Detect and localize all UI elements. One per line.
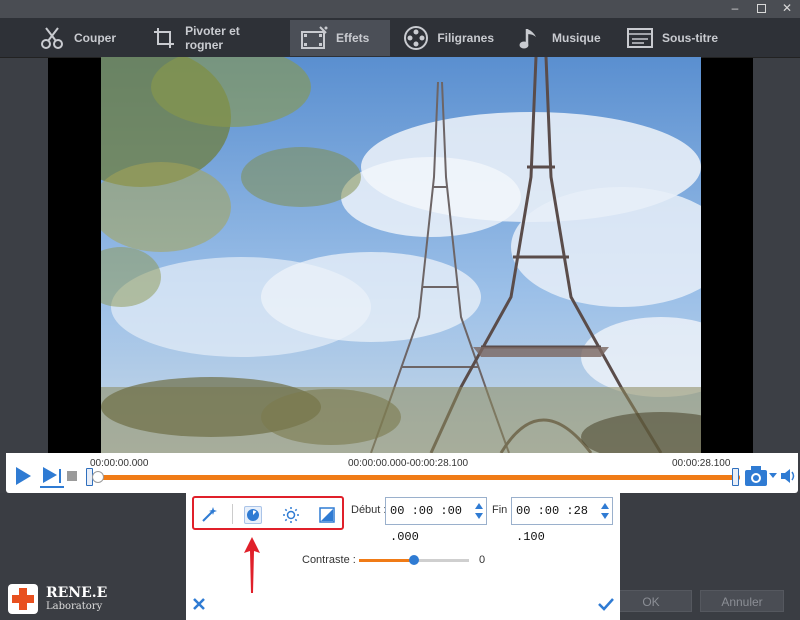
cancel-x-icon[interactable]: [192, 597, 206, 611]
debut-label: Début :: [351, 504, 387, 516]
maximize-button[interactable]: [748, 0, 774, 18]
debut-increment-icon[interactable]: [475, 503, 483, 509]
tab-label: Couper: [74, 31, 116, 45]
fin-time-field[interactable]: 00 :00 :28 .100: [511, 497, 613, 544]
volume-icon[interactable]: [780, 467, 796, 485]
contraste-label: Contraste :: [302, 554, 356, 566]
contraste-value: 0: [479, 554, 486, 566]
timeline-track[interactable]: [92, 475, 740, 480]
logo-title: RENE.E: [46, 585, 108, 601]
debut-decrement-icon[interactable]: [475, 513, 483, 519]
film-effects-icon: [300, 24, 328, 52]
effects-toolbar: [192, 496, 344, 530]
logo-cross-icon: [8, 584, 38, 614]
contraste-slider-knob[interactable]: [409, 555, 419, 565]
tab-filigranes[interactable]: Filigranes: [392, 20, 504, 56]
ok-button[interactable]: OK: [610, 590, 692, 612]
play-icon[interactable]: [14, 466, 32, 486]
tab-musique[interactable]: Musique: [506, 20, 614, 56]
trim-end-handle[interactable]: [732, 468, 739, 486]
tab-couper[interactable]: Couper: [28, 20, 138, 56]
timeline-start-time: 00:00:00.000: [90, 458, 149, 469]
fin-increment-icon[interactable]: [601, 503, 609, 509]
tab-label: Filigranes: [437, 31, 494, 45]
timeline-end-time: 00:00:28.100: [672, 458, 731, 469]
maximize-icon: [756, 4, 766, 13]
tab-effets[interactable]: Effets: [290, 20, 390, 56]
debut-time-field[interactable]: 00 :00 :00 .000: [385, 497, 487, 544]
contraste-slider[interactable]: [359, 555, 469, 565]
timeline-range: 00:00:00.000-00:00:28.100: [348, 458, 469, 469]
minimize-button[interactable]: –: [722, 0, 748, 18]
tab-bar: Couper Pivoter et rogner Effets Filigran…: [0, 18, 800, 58]
tab-pivoter-rogner[interactable]: Pivoter et rogner: [140, 20, 288, 56]
crop-icon: [150, 24, 177, 52]
scissors-icon: [38, 24, 66, 52]
debut-time-value: 00 :00 :00 .000: [390, 504, 463, 544]
logo-subtitle: Laboratory: [46, 601, 103, 612]
contrast-icon[interactable]: [244, 506, 262, 524]
camera-dropdown-icon[interactable]: [769, 473, 777, 478]
camera-snapshot-icon[interactable]: [744, 465, 768, 487]
toolbar-separator: [232, 504, 233, 524]
tab-label: Pivoter et rogner: [185, 24, 240, 52]
red-arrow-icon: [244, 537, 260, 593]
saturation-icon[interactable]: [318, 506, 336, 524]
video-preview: [101, 57, 701, 453]
brightness-icon[interactable]: [282, 506, 300, 524]
playhead-knob[interactable]: [92, 471, 104, 483]
tab-label: Sous-titre: [662, 31, 719, 45]
subtitle-icon: [626, 24, 654, 52]
tab-label: Musique: [552, 31, 601, 45]
magic-wand-icon[interactable]: [200, 506, 218, 524]
stop-button[interactable]: [67, 471, 77, 481]
contraste-slider-fill: [359, 559, 414, 562]
title-bar: – ✕: [0, 0, 800, 18]
play-segment-icon[interactable]: [40, 466, 64, 488]
annuler-button[interactable]: Annuler: [700, 590, 784, 612]
film-reel-icon: [402, 24, 429, 52]
tab-sous-titre[interactable]: Sous-titre: [616, 20, 730, 56]
rene-e-logo: RENE.E Laboratory: [4, 580, 108, 616]
confirm-check-icon[interactable]: [598, 597, 614, 611]
fin-decrement-icon[interactable]: [601, 513, 609, 519]
tab-label: Effets: [336, 31, 370, 45]
fin-time-value: 00 :00 :28 .100: [516, 504, 589, 544]
close-button[interactable]: ✕: [774, 0, 800, 18]
timeline-bar: 00:00:00.000 00:00:00.000-00:00:28.100 0…: [6, 453, 798, 493]
music-note-icon: [516, 24, 544, 52]
